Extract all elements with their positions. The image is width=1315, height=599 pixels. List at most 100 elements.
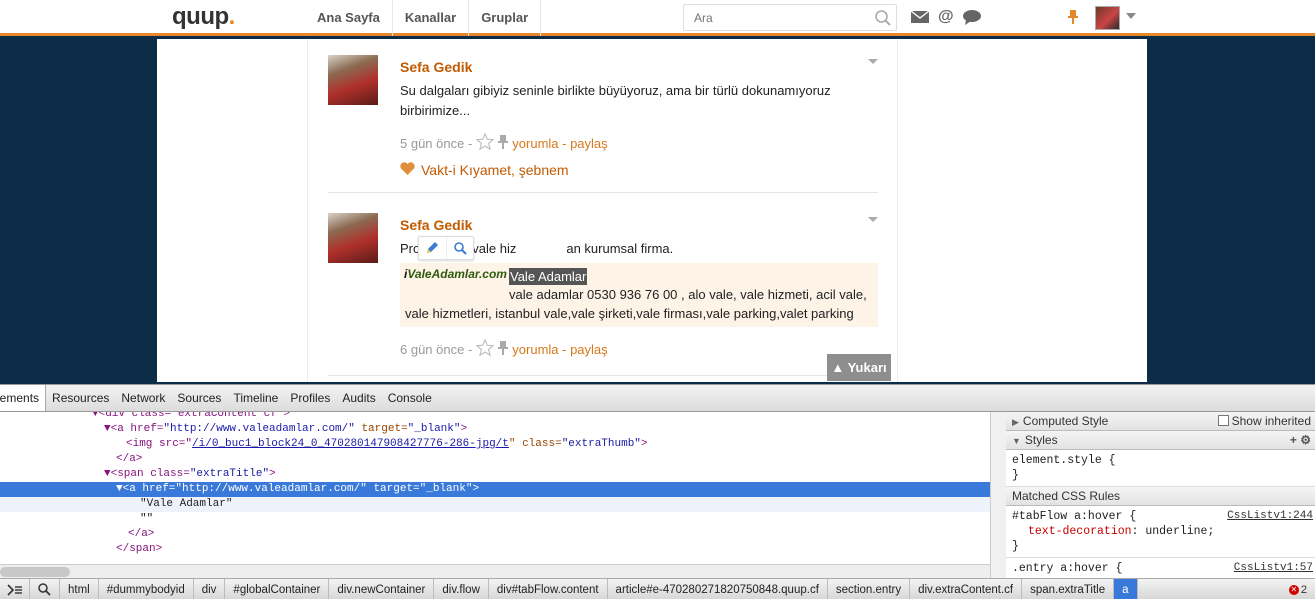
entry: Sefa Gedik Profesyonel vale hizan kurums… (328, 213, 878, 363)
entry-body: Sefa Gedik Su dalgaları gibiyiz seninle … (400, 55, 878, 178)
tab-resources[interactable]: Resources (46, 385, 115, 411)
css-rule[interactable]: .entry a:hover { CssListv1:57 (1006, 558, 1315, 579)
dom-node[interactable]: <img src="/i/0_buc1_block24_0_4702801479… (0, 437, 990, 452)
dom-tree: ▼<div class="extraContent cf"> ▼<a href=… (0, 412, 990, 564)
css-source-link[interactable]: CssListv1:244 (1227, 509, 1313, 524)
error-counter[interactable]: ✕ 2 (1288, 579, 1307, 599)
breadcrumb-item[interactable]: div.flow (434, 579, 489, 599)
author-link[interactable]: Sefa Gedik (400, 59, 878, 75)
dom-node[interactable]: ▼<a href="http://www.valeadamlar.com/" t… (0, 422, 990, 437)
entry: Sefa Gedik Su dalgaları gibiyiz seninle … (328, 55, 878, 185)
devtools-inspect-popover (418, 236, 474, 260)
mail-icon[interactable] (910, 9, 930, 28)
heart-icon (400, 162, 415, 178)
search-box (683, 4, 897, 31)
star-icon[interactable] (475, 132, 495, 154)
pin-icon[interactable] (498, 135, 509, 152)
tab-elements[interactable]: Elements (0, 385, 47, 411)
breadcrumb-item[interactable]: div.newContainer (329, 579, 435, 599)
divider (328, 192, 878, 193)
add-style-rule-icon[interactable]: + ⚙ (1290, 431, 1311, 450)
dom-text-node[interactable]: "" (0, 512, 990, 527)
author-avatar[interactable] (328, 213, 378, 263)
devtools-tabs: Elements Resources Network Sources Timel… (0, 385, 1315, 412)
styles-header[interactable]: ▼ Styles + ⚙ (1006, 431, 1315, 450)
entry-time[interactable]: 6 gün önce - (400, 342, 472, 357)
logo[interactable]: quup. (172, 3, 235, 31)
tab-timeline[interactable]: Timeline (227, 385, 284, 411)
preview-description: vale adamlar 0530 936 76 00 , alo vale, … (405, 287, 867, 321)
breadcrumb-item-current[interactable]: a (1114, 579, 1138, 599)
search-icon[interactable] (874, 9, 892, 30)
breadcrumb-item[interactable]: html (60, 579, 99, 599)
pin-icon[interactable] (498, 341, 509, 358)
nav-home[interactable]: Ana Sayfa (305, 0, 392, 36)
error-icon: ✕ (1288, 585, 1299, 595)
main-nav: Ana Sayfa Kanallar Gruplar (305, 0, 542, 36)
comment-share-links[interactable]: yorumla - paylaş (512, 342, 607, 357)
link-preview[interactable]: iValeAdamlar.com Vale Adamlar vale adaml… (400, 263, 878, 327)
matched-rules-header: Matched CSS Rules (1006, 487, 1315, 506)
computed-style-header[interactable]: ▶ Computed Style Show inherited (1006, 412, 1315, 431)
author-link[interactable]: Sefa Gedik (400, 217, 878, 233)
show-inherited-toggle[interactable]: Show inherited (1217, 412, 1311, 431)
element-style-rule[interactable]: element.style { } (1006, 450, 1315, 487)
nav-groups[interactable]: Gruplar (468, 0, 542, 36)
styles-sidebar: ▶ Computed Style Show inherited ▼ Styles +… (1006, 412, 1315, 579)
tab-audits[interactable]: Audits (336, 385, 381, 411)
breadcrumb-item[interactable]: div#tabFlow.content (489, 579, 608, 599)
top-navbar: quup. Ana Sayfa Kanallar Gruplar @ (0, 0, 1315, 36)
tab-sources[interactable]: Sources (171, 385, 227, 411)
entry-text: Su dalgaları gibiyiz seninle birlikte bü… (400, 83, 831, 118)
console-drawer-icon[interactable] (0, 579, 30, 599)
dom-node[interactable]: </a> (0, 527, 990, 542)
breadcrumb-item[interactable]: div (194, 579, 226, 599)
preview-title[interactable]: Vale Adamlar (509, 268, 588, 285)
favorited-users[interactable]: Vakt-i Kıyamet, şebnem (421, 162, 569, 178)
vertical-scrollbar[interactable] (990, 412, 1006, 579)
star-icon[interactable] (475, 338, 495, 360)
dom-node[interactable]: ▼<div class="extraContent cf"> (0, 412, 990, 422)
favorited-by: Vakt-i Kıyamet, şebnem (400, 162, 878, 178)
breadcrumb-item[interactable]: article#e-470280271820750848.quup.cf (608, 579, 828, 599)
pin-icon[interactable] (1068, 10, 1078, 27)
breadcrumb-item[interactable]: #dummybodyid (99, 579, 194, 599)
dom-node[interactable]: </span> (0, 542, 990, 557)
page-container: Sefa Gedik Su dalgaları gibiyiz seninle … (157, 39, 1147, 382)
chevron-down-icon[interactable] (1126, 13, 1136, 19)
dom-node[interactable]: </a> (0, 452, 990, 467)
tab-profiles[interactable]: Profiles (284, 385, 336, 411)
feed: Sefa Gedik Su dalgaları gibiyiz seninle … (307, 39, 898, 382)
nav-channels[interactable]: Kanallar (391, 0, 468, 36)
css-source-link[interactable]: CssListv1:57 (1234, 561, 1313, 576)
css-rule[interactable]: #tabFlow a:hover { CssListv1:244 text-de… (1006, 506, 1315, 558)
top-icons: @ (910, 9, 982, 28)
breadcrumb-item[interactable]: section.entry (828, 579, 911, 599)
chat-icon[interactable] (962, 9, 982, 28)
mention-icon[interactable]: @ (938, 9, 954, 28)
dom-text-node[interactable]: "Vale Adamlar" (0, 497, 990, 512)
entry-meta: 6 gün önce - yorumla - paylaş (400, 338, 878, 360)
divider (328, 375, 878, 376)
user-avatar[interactable] (1095, 6, 1120, 30)
edit-icon[interactable] (419, 237, 447, 259)
horizontal-scrollbar[interactable] (0, 564, 990, 579)
scroll-top-button[interactable]: ▲ Yukarı (827, 354, 891, 381)
preview-thumbnail[interactable]: iValeAdamlar.com (404, 267, 507, 281)
breadcrumb-item[interactable]: div.extraContent.cf (910, 579, 1023, 599)
devtools-panel: Elements Resources Network Sources Timel… (0, 384, 1315, 599)
dom-node[interactable]: ▼<span class="extraTitle"> (0, 467, 990, 482)
breadcrumb-item[interactable]: #globalContainer (225, 579, 330, 599)
tab-network[interactable]: Network (115, 385, 171, 411)
breadcrumb-item[interactable]: span.extraTitle (1022, 579, 1115, 599)
dom-node-selected[interactable]: ▼<a href="http://www.valeadamlar.com/" t… (0, 482, 990, 497)
author-avatar[interactable] (328, 55, 378, 105)
comment-share-links[interactable]: yorumla - paylaş (512, 136, 607, 151)
search-input[interactable] (684, 5, 864, 30)
dom-breadcrumb: html #dummybodyid div #globalContainer d… (0, 578, 1315, 599)
search-icon[interactable] (447, 237, 474, 259)
entry-meta: 5 gün önce - yorumla - paylaş (400, 132, 878, 154)
tab-console[interactable]: Console (382, 385, 438, 411)
entry-time[interactable]: 5 gün önce - (400, 136, 472, 151)
search-icon[interactable] (30, 579, 60, 599)
